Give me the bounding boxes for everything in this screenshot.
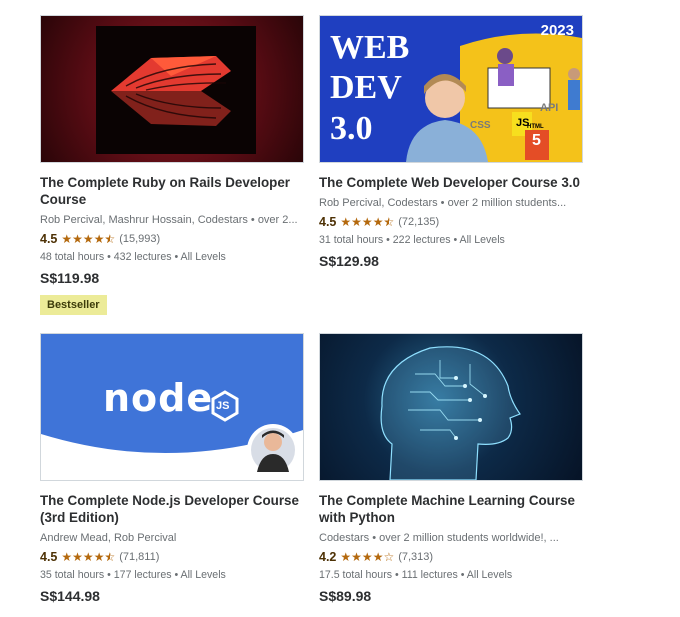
ai-head-icon bbox=[380, 346, 521, 480]
nodejs-logo-text: node bbox=[103, 376, 214, 420]
course-price: S$144.98 bbox=[40, 588, 100, 604]
course-meta: 35 total hours • 177 lectures • All Leve… bbox=[40, 569, 226, 581]
rating-value: 4.5 bbox=[319, 215, 337, 229]
star-rating-icon: ★★★★☆★ bbox=[61, 551, 115, 563]
rating-value: 4.5 bbox=[40, 550, 58, 564]
star-full-icon: ★ bbox=[72, 232, 83, 246]
star-half-icon: ☆★ bbox=[383, 215, 395, 229]
course-card-ml[interactable]: The Complete Machine Learning Course wit… bbox=[319, 333, 583, 604]
course-instructors: Andrew Mead, Rob Percival bbox=[40, 532, 177, 544]
webdev-title-line3: 3.0 bbox=[330, 110, 373, 147]
review-count: (71,811) bbox=[119, 551, 160, 563]
course-thumbnail[interactable]: WEB DEV 3.0 2023 CSS JS API HTML 5 bbox=[319, 15, 583, 163]
star-full-icon: ★ bbox=[361, 550, 373, 564]
course-title[interactable]: The Complete Web Developer Course 3.0 bbox=[319, 174, 583, 191]
star-full-icon: ★ bbox=[61, 550, 73, 564]
course-meta: 31 total hours • 222 lectures • All Leve… bbox=[319, 234, 505, 246]
star-full-icon: ★ bbox=[61, 232, 73, 246]
rating-row: 4.5 ★★★★☆★ (15,993) bbox=[40, 231, 304, 247]
bestseller-badge: Bestseller bbox=[40, 295, 107, 315]
course-price: S$89.98 bbox=[319, 588, 372, 604]
css-label: CSS bbox=[470, 120, 491, 131]
star-half-icon: ☆★ bbox=[104, 232, 116, 246]
star-full-icon: ★ bbox=[351, 215, 362, 229]
star-full-icon: ★ bbox=[361, 215, 373, 229]
course-card-ruby[interactable]: The Complete Ruby on Rails Developer Cou… bbox=[40, 15, 304, 315]
course-instructors: Rob Percival, Mashrur Hossain, Codestars… bbox=[40, 214, 298, 226]
star-full-icon: ★ bbox=[93, 232, 105, 246]
ruby-on-rails-icon bbox=[96, 26, 256, 154]
course-title[interactable]: The Complete Node.js Developer Course (3… bbox=[40, 492, 304, 526]
review-count: (72,135) bbox=[398, 216, 440, 228]
course-instructors: Codestars • over 2 million students worl… bbox=[319, 532, 559, 544]
course-title[interactable]: The Complete Machine Learning Course wit… bbox=[319, 492, 583, 526]
nodejs-logo-badge: JS bbox=[216, 400, 230, 412]
course-price: S$119.98 bbox=[40, 270, 100, 286]
course-instructors: Rob Percival, Codestars • over 2 million… bbox=[319, 197, 567, 209]
review-count: (7,313) bbox=[398, 551, 434, 563]
star-half-icon: ☆★ bbox=[104, 550, 116, 564]
rating-row: 4.5 ★★★★☆★ (72,135) bbox=[319, 214, 583, 230]
star-full-icon: ★ bbox=[340, 550, 352, 564]
html5-label: 5 bbox=[532, 132, 541, 149]
rating-row: 4.5 ★★★★☆★ (71,811) bbox=[40, 549, 304, 565]
course-thumbnail[interactable] bbox=[40, 15, 304, 163]
star-full-icon: ★ bbox=[351, 550, 362, 564]
course-title[interactable]: The Complete Ruby on Rails Developer Cou… bbox=[40, 174, 304, 208]
course-thumbnail[interactable]: node JS bbox=[40, 333, 304, 481]
html-label: HTML bbox=[527, 124, 544, 130]
webdev-title-line1: WEB bbox=[330, 29, 410, 66]
review-count: (15,993) bbox=[119, 233, 161, 245]
course-price: S$129.98 bbox=[319, 253, 379, 269]
course-card-nodejs[interactable]: node JS The Complete Node.js Developer C… bbox=[40, 333, 304, 604]
webdev-year: 2023 bbox=[540, 22, 574, 39]
api-label: API bbox=[540, 102, 559, 114]
webdev-title-line2: DEV bbox=[330, 69, 402, 106]
star-full-icon: ★ bbox=[72, 550, 83, 564]
star-full-icon: ★ bbox=[93, 550, 105, 564]
course-meta: 48 total hours • 432 lectures • All Leve… bbox=[40, 251, 226, 263]
rating-value: 4.5 bbox=[40, 232, 58, 246]
star-full-icon: ★ bbox=[340, 215, 352, 229]
course-thumbnail[interactable] bbox=[319, 333, 583, 481]
star-full-icon: ★ bbox=[372, 215, 384, 229]
course-card-webdev[interactable]: WEB DEV 3.0 2023 CSS JS API HTML 5 The C… bbox=[319, 15, 583, 269]
star-full-icon: ★ bbox=[82, 550, 94, 564]
star-rating-icon: ★★★★☆★ bbox=[340, 216, 394, 228]
course-meta: 17.5 total hours • 111 lectures • All Le… bbox=[319, 569, 513, 581]
star-full-icon: ★ bbox=[372, 550, 384, 564]
rating-value: 4.2 bbox=[319, 550, 337, 564]
star-rating-icon: ★ ★ ★ ★ ☆ bbox=[340, 551, 394, 563]
star-rating-icon: ★★★★☆★ bbox=[61, 233, 115, 245]
rating-row: 4.2 ★ ★ ★ ★ ☆ (7,313) bbox=[319, 549, 583, 565]
star-full-icon: ★ bbox=[82, 232, 94, 246]
star-empty-icon: ☆ bbox=[383, 550, 395, 564]
